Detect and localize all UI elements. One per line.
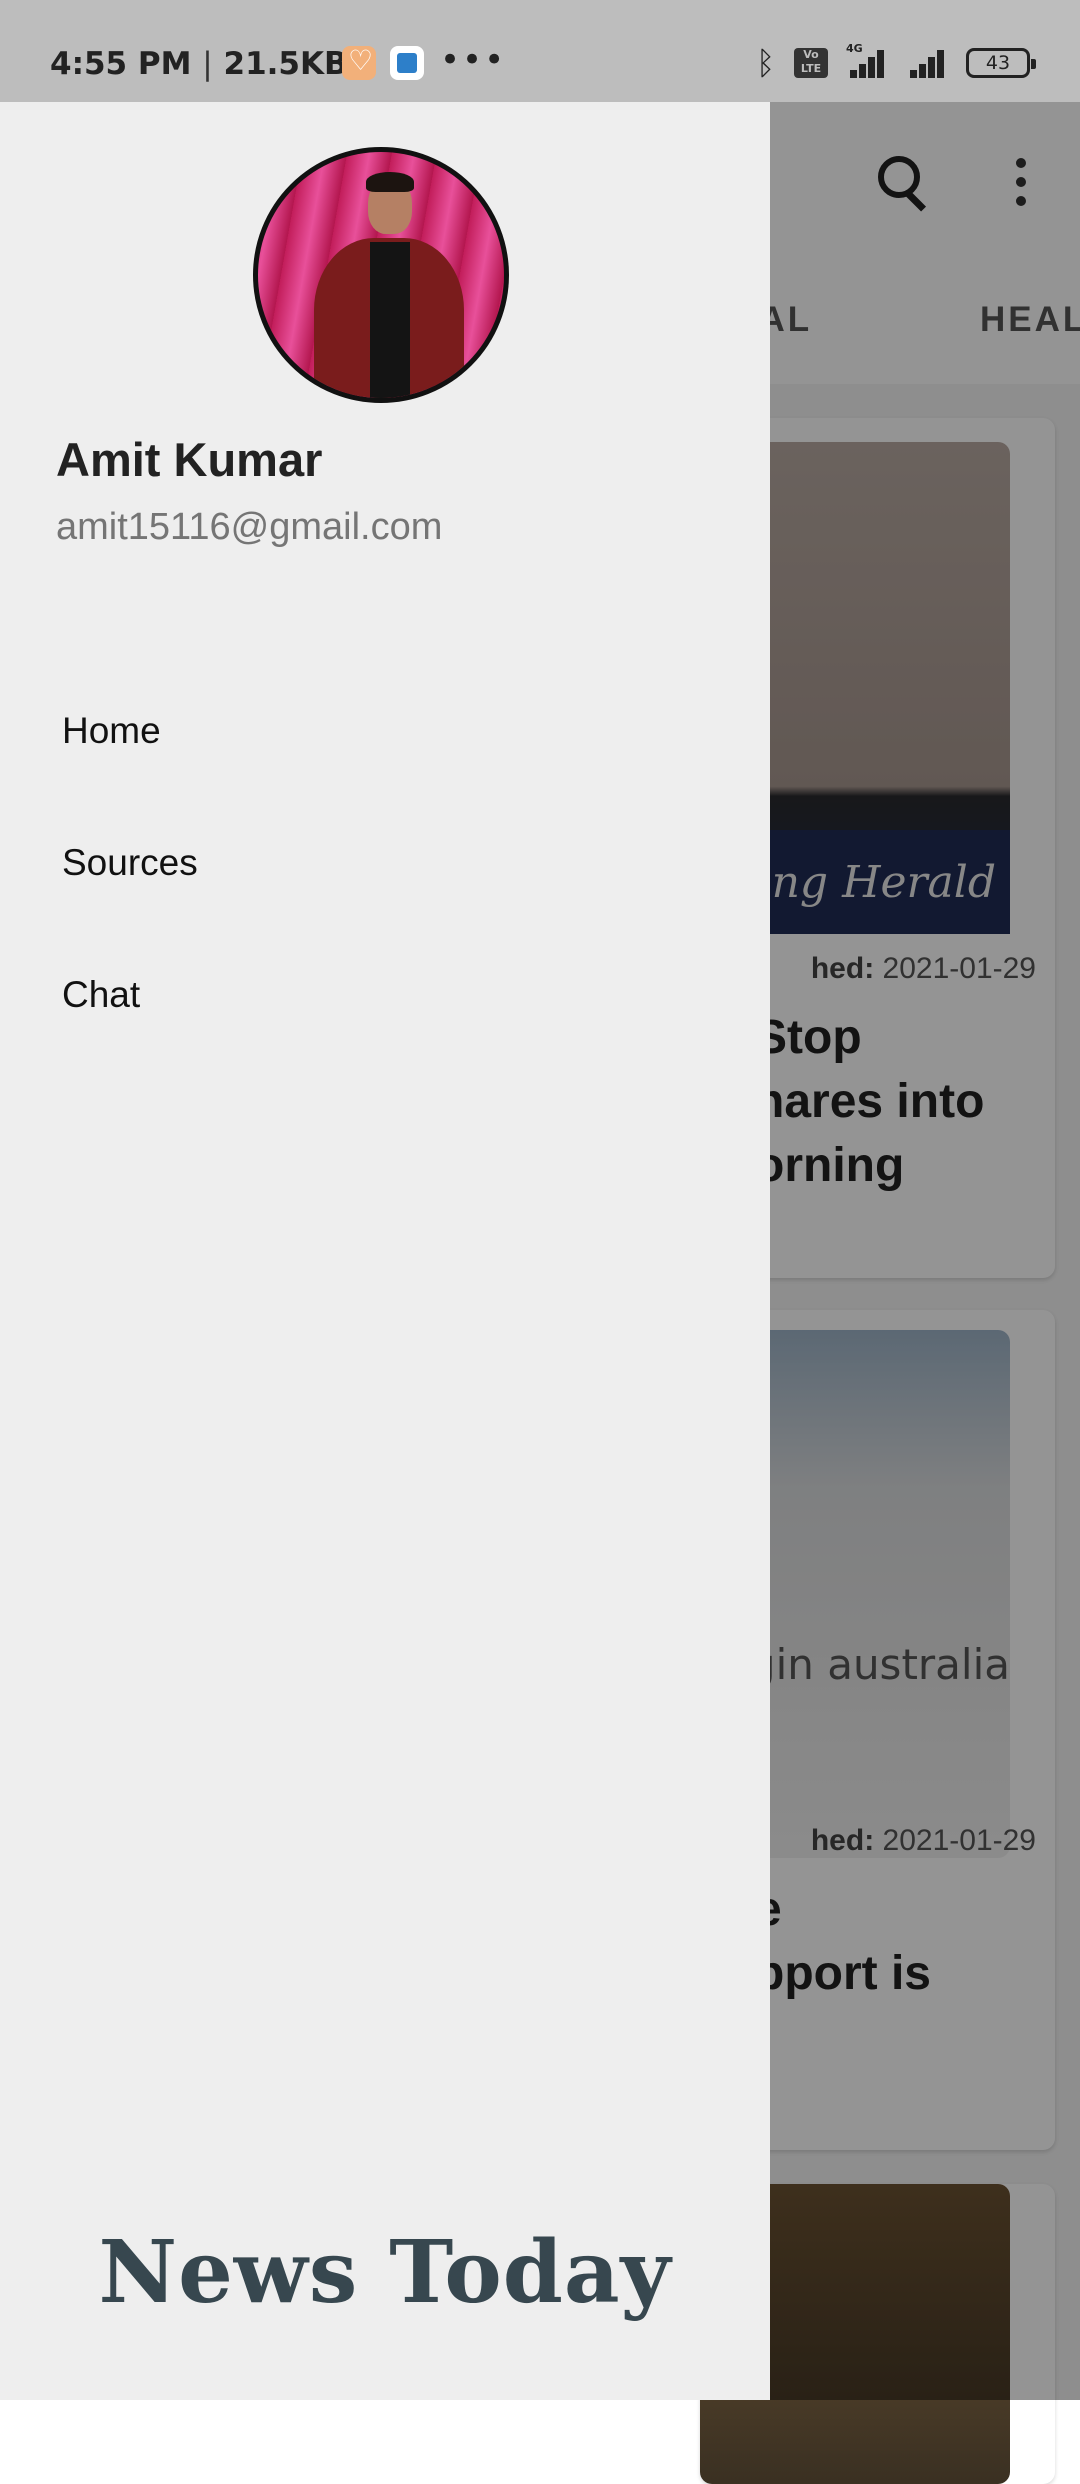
health-icon xyxy=(342,44,376,80)
avatar[interactable] xyxy=(253,147,509,403)
status-separator: | xyxy=(202,46,213,82)
drawer-item-label: Sources xyxy=(62,842,198,883)
drawer-item-label: Home xyxy=(62,710,161,751)
volte-icon: Vo LTE xyxy=(794,48,828,78)
drawer-item-chat[interactable]: Chat xyxy=(0,944,770,1054)
navigation-drawer: Amit Kumar amit15116@gmail.com Home Sour… xyxy=(0,102,770,2400)
status-bar: 4:55 PM | 21.5KB/s ••• ᛒ Vo LTE 4G 43 xyxy=(0,0,1080,102)
user-email: amit15116@gmail.com xyxy=(56,506,443,548)
drawer-item-label: Chat xyxy=(62,974,141,1015)
outlook-icon xyxy=(390,46,424,80)
bluetooth-icon: ᛒ xyxy=(756,44,776,82)
status-time: 4:55 PM | 21.5KB/s xyxy=(50,46,377,82)
drawer-item-sources[interactable]: Sources xyxy=(0,812,770,922)
user-name: Amit Kumar xyxy=(56,433,323,486)
more-dots-icon: ••• xyxy=(440,40,507,80)
signal-icon xyxy=(842,48,886,78)
drawer-item-home[interactable]: Home xyxy=(0,680,770,790)
status-clock: 4:55 PM xyxy=(50,46,192,82)
app-logo: News Today xyxy=(98,2222,672,2323)
signal-icon xyxy=(910,48,954,78)
battery-icon: 43 xyxy=(966,48,1036,78)
